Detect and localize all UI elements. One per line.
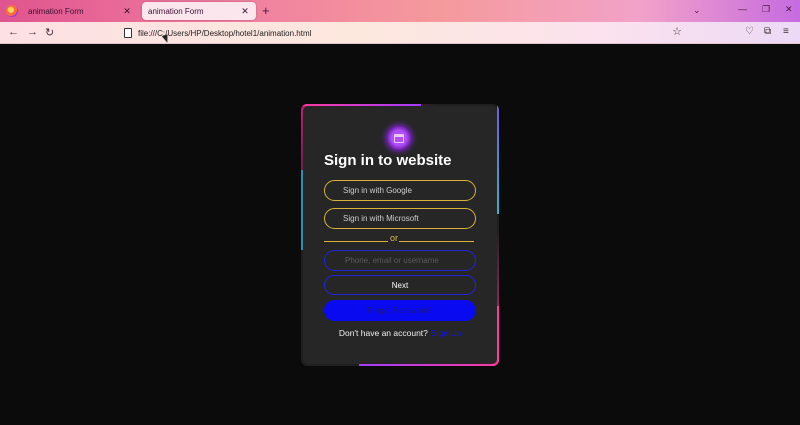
or-divider: or [324,233,474,245]
tab-close-icon[interactable]: ✕ [240,6,250,17]
signup-row: Don't have an account? Sign Up [303,328,497,338]
microsoft-signin-button[interactable]: Sign in with Microsoft [324,208,476,229]
page-viewport: Sign in to website Sign in with Google S… [0,45,800,425]
username-input[interactable] [324,250,476,271]
glow-border-right-bottom [497,306,499,366]
url-bar[interactable]: file:///C:/Users/HP/Desktop/hotel1/anima… [118,25,688,41]
list-all-tabs-chevron-icon[interactable]: ⌄ [693,5,701,16]
puzzle-icon[interactable]: ⧉ [764,26,771,37]
back-arrow-icon[interactable]: ← [8,26,19,38]
close-window-icon[interactable]: ✕ [785,4,793,15]
divider-line-right [399,241,474,242]
tab-animation-form-2[interactable]: animation Form ✕ [142,2,256,20]
star-icon[interactable]: ☆ [672,25,682,38]
glow-border-right [497,104,499,214]
new-tab-button[interactable]: + [262,3,270,18]
signin-card-border: Sign in to website Sign in with Google S… [301,104,499,366]
next-button[interactable]: Next [324,275,476,295]
site-logo-icon [386,125,412,151]
forgot-password-button[interactable]: Forgot Password? [324,300,476,321]
firefox-logo-icon [6,5,18,17]
hamburger-icon[interactable]: ≡ [783,26,789,37]
divider-text: or [390,233,399,243]
reload-icon[interactable]: ↻ [45,26,54,39]
signup-link[interactable]: Sign Up [431,328,461,338]
signin-card: Sign in to website Sign in with Google S… [303,106,497,364]
page-file-icon [124,28,132,38]
divider-line-left [324,241,388,242]
tab-title: animation Form [148,6,204,16]
restore-icon[interactable]: ❐ [762,4,770,15]
google-signin-button[interactable]: Sign in with Google [324,180,476,201]
tab-animation-form-1[interactable]: animation Form ✕ [22,2,138,20]
glow-border-bottom [359,364,499,366]
pocket-icon[interactable]: ♡ [745,26,754,37]
tab-title: animation Form [28,6,84,16]
minimize-icon[interactable]: — [738,4,747,14]
tab-close-icon[interactable]: ✕ [122,6,132,17]
browser-title-bar: animation Form ✕ animation Form ✕ + ⌄ — … [0,0,800,22]
form-title: Sign in to website [324,152,452,169]
browser-toolbar: ← → ↻ file:///C:/Users/HP/Desktop/hotel1… [0,22,800,44]
forward-arrow-icon[interactable]: → [27,26,38,38]
signup-prompt: Don't have an account? [338,328,428,338]
logo-box-icon [394,133,404,143]
